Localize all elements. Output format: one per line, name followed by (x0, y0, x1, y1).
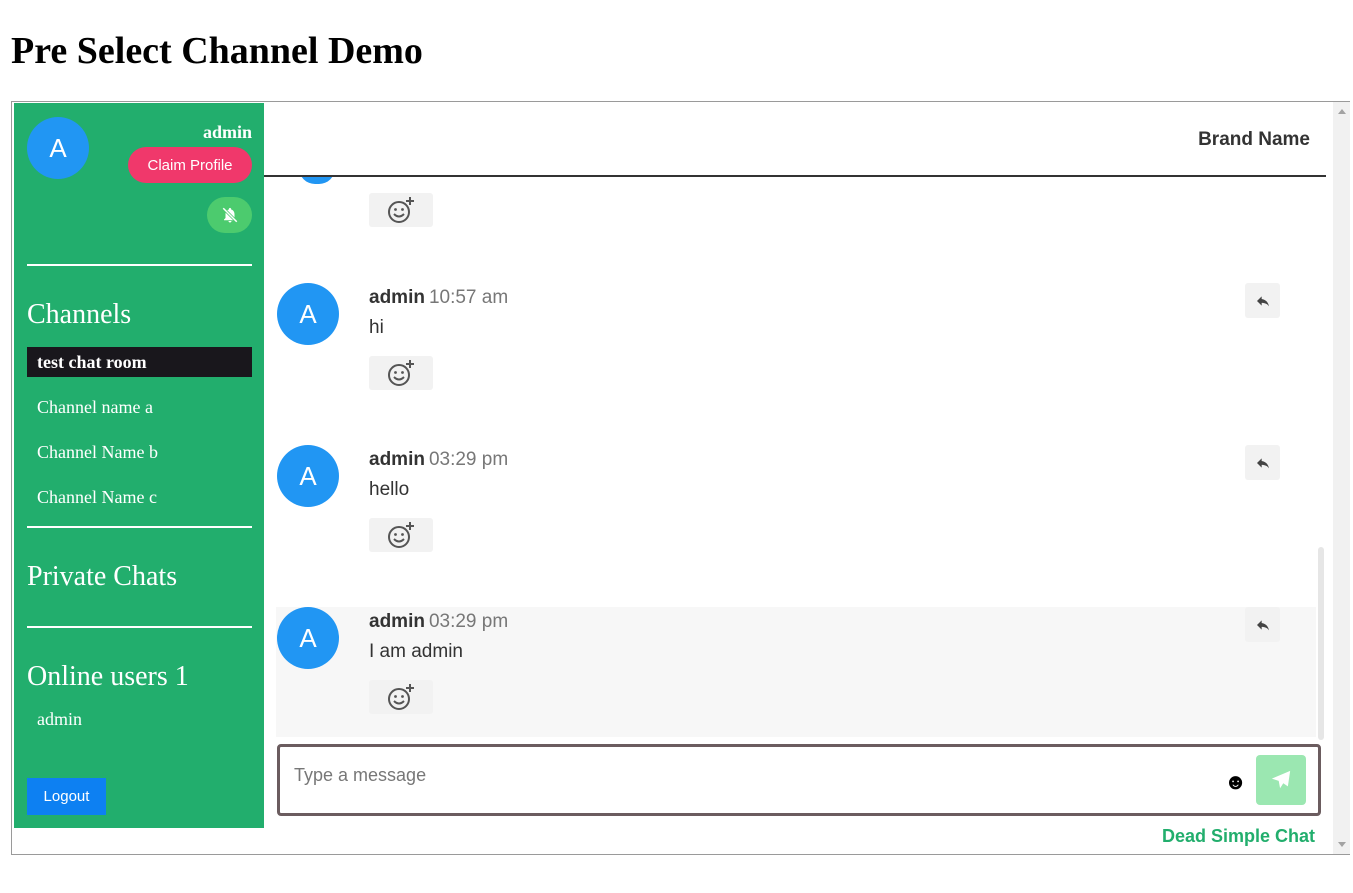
message-avatar[interactable]: A (277, 607, 339, 669)
page-title: Pre Select Channel Demo (11, 30, 423, 72)
emoji-add-icon (388, 522, 414, 548)
message-item: A admin 03:29 pm hello (276, 445, 1316, 575)
sidebar: A admin Claim Profile Channels test chat… (14, 103, 264, 828)
send-button[interactable] (1256, 755, 1306, 805)
user-avatar[interactable]: A (27, 117, 89, 179)
reply-button[interactable] (1245, 283, 1280, 318)
message-avatar[interactable]: A (277, 283, 339, 345)
scroll-up-arrow-icon[interactable] (1338, 109, 1346, 114)
message-author-name: admin (369, 287, 425, 308)
mute-notifications-button[interactable] (207, 197, 252, 233)
message-time: 03:29 pm (428, 611, 509, 632)
reply-button[interactable] (1245, 607, 1280, 642)
add-reaction-button[interactable] (369, 518, 433, 552)
reply-icon (1256, 295, 1269, 306)
sidebar-divider (27, 626, 252, 628)
channels-heading: Channels (27, 299, 132, 330)
brand-name: Brand Name (1198, 129, 1310, 150)
message-time: 10:57 am (428, 287, 509, 308)
add-reaction-button[interactable] (369, 356, 433, 390)
message-item: A admin 03:29 pm I am admin (276, 607, 1316, 737)
footer-brand-link[interactable]: Dead Simple Chat (1162, 826, 1315, 847)
emoji-add-icon (388, 360, 414, 386)
message-author: admin 03:29 pm (369, 449, 508, 471)
message-author: admin 10:57 am (369, 287, 508, 309)
chat-main: A admin 10:57 am hi A admin 03:29 pm hel… (264, 102, 1326, 854)
paper-plane-icon (1271, 770, 1291, 789)
scroll-down-arrow-icon[interactable] (1338, 842, 1346, 847)
claim-profile-button[interactable]: Claim Profile (128, 147, 252, 183)
bell-slash-icon (221, 207, 238, 223)
message-time: 03:29 pm (428, 449, 509, 470)
reply-icon (1256, 457, 1269, 468)
message-composer: ☻ (277, 744, 1321, 816)
channel-item-channel-name-b[interactable]: Channel Name b (27, 437, 252, 467)
channel-item-channel-name-a[interactable]: Channel name a (27, 392, 252, 422)
emoji-add-icon (388, 684, 414, 710)
channel-item-channel-name-c[interactable]: Channel Name c (27, 482, 252, 512)
online-users-heading: Online users 1 (27, 661, 189, 693)
chat-frame: A admin Claim Profile Channels test chat… (11, 101, 1350, 855)
message-list-scrollbar[interactable] (1318, 547, 1324, 740)
message-author-name: admin (369, 449, 425, 470)
message-list[interactable]: A admin 10:57 am hi A admin 03:29 pm hel… (264, 102, 1326, 742)
logout-button[interactable]: Logout (27, 778, 106, 815)
emoji-add-icon (388, 197, 414, 223)
message-text: hi (369, 317, 384, 338)
chat-header: Brand Name (264, 102, 1326, 177)
message-author-name: admin (369, 611, 425, 632)
sidebar-username: admin (202, 122, 252, 142)
message-text: hello (369, 479, 410, 500)
reply-icon (1256, 619, 1269, 630)
message-avatar[interactable]: A (277, 445, 339, 507)
add-reaction-button[interactable] (369, 193, 433, 227)
sidebar-divider (27, 264, 252, 266)
message-input[interactable] (292, 761, 1196, 789)
page-scrollbar[interactable] (1333, 102, 1350, 854)
message-item: A admin 10:57 am hi (276, 283, 1316, 413)
add-reaction-button[interactable] (369, 680, 433, 714)
reply-button[interactable] (1245, 445, 1280, 480)
message-text: I am admin (369, 641, 463, 662)
online-users-label: Online users (27, 661, 168, 692)
private-chats-heading: Private Chats (27, 561, 178, 592)
online-user-item[interactable]: admin (37, 709, 82, 730)
channel-item-test-chat-room[interactable]: test chat room (27, 347, 252, 377)
online-users-count: 1 (174, 661, 189, 692)
message-author: admin 03:29 pm (369, 611, 508, 633)
sidebar-divider (27, 526, 252, 528)
emoji-icon[interactable]: ☻ (1224, 771, 1247, 793)
